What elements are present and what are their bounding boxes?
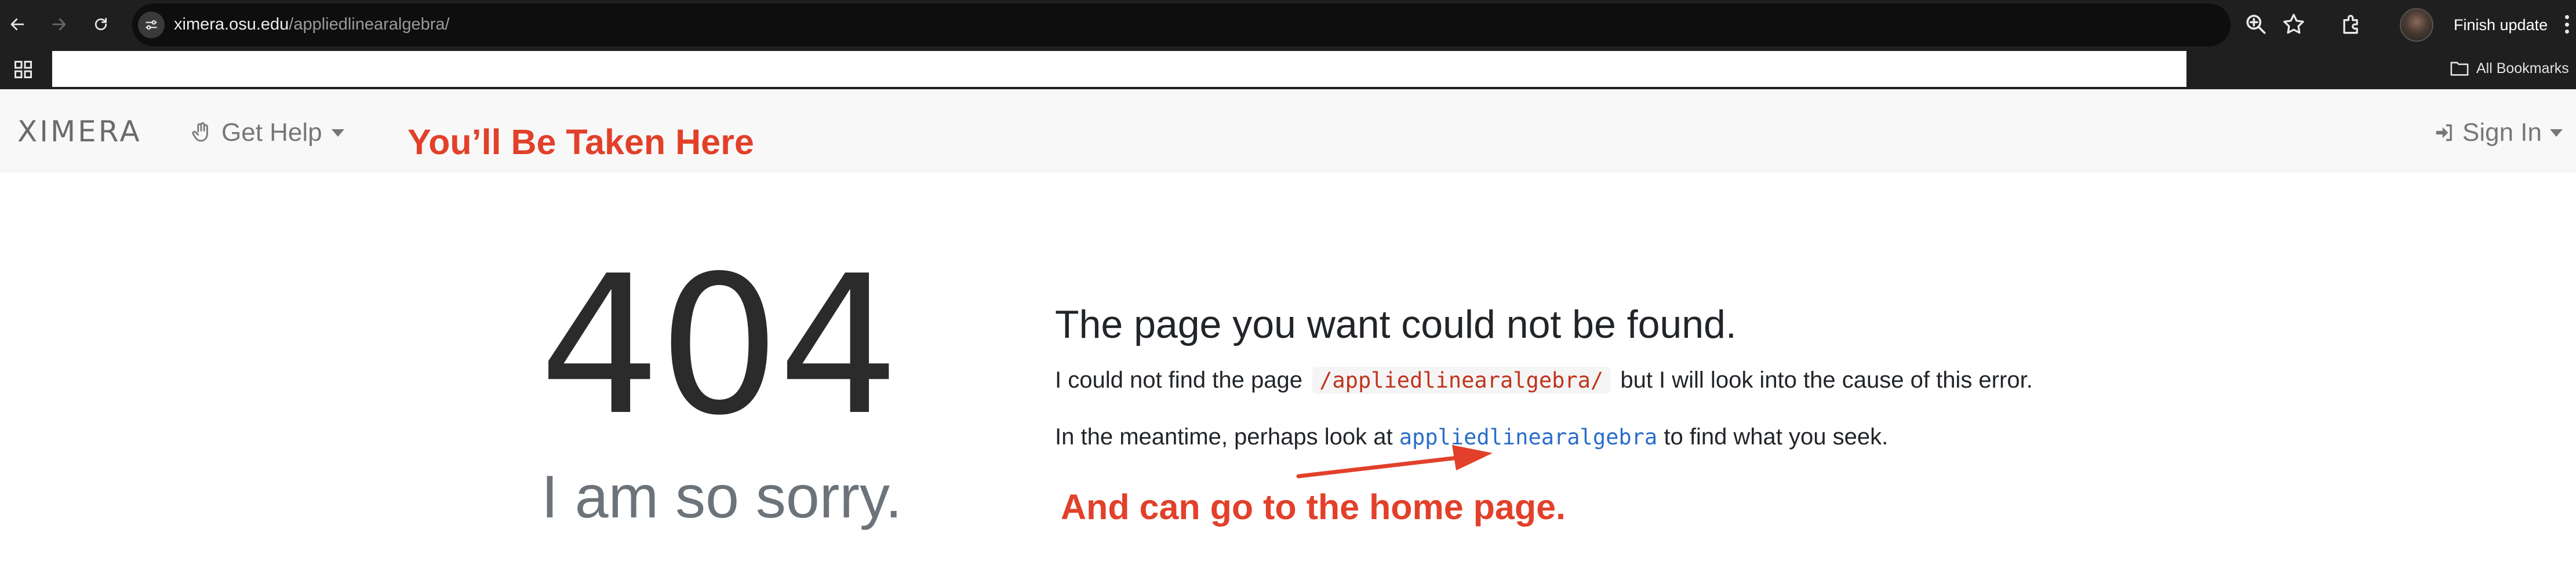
hand-icon bbox=[192, 122, 208, 142]
site-navbar: XIMERA Get Help Sign In bbox=[0, 89, 2576, 172]
page-title: The page you want could not be found. bbox=[1055, 302, 1737, 346]
para2-before: In the meantime, perhaps look at bbox=[1055, 424, 1393, 450]
site-info-icon[interactable] bbox=[138, 12, 165, 38]
sign-in-label: Sign In bbox=[2462, 118, 2542, 147]
apology-text: I am so sorry. bbox=[541, 464, 903, 531]
sign-in-menu[interactable]: Sign In bbox=[2433, 118, 2563, 147]
kebab-menu-icon[interactable] bbox=[2560, 12, 2574, 37]
url-text[interactable]: ximera.osu.edu/appliedlinearalgebra/ bbox=[174, 14, 450, 35]
profile-avatar[interactable] bbox=[2400, 8, 2433, 42]
chevron-down-icon bbox=[331, 129, 344, 137]
get-help-menu[interactable]: Get Help bbox=[189, 118, 344, 147]
chevron-down-icon bbox=[2549, 129, 2563, 137]
url-path: /appliedlinearalgebra/ bbox=[289, 15, 450, 34]
annotation-taken-here: You’ll Be Taken Here bbox=[407, 122, 754, 162]
url-host: ximera.osu.edu bbox=[174, 15, 289, 34]
annotation-home-page: And can go to the home page. bbox=[1061, 487, 1566, 527]
zoom-icon[interactable] bbox=[2243, 12, 2269, 37]
bookmarks-redaction bbox=[52, 51, 2186, 87]
para1-before: I could not find the page bbox=[1055, 367, 1302, 393]
finish-update-button[interactable]: Finish update bbox=[2443, 9, 2559, 41]
forward-icon[interactable] bbox=[46, 12, 72, 37]
extensions-icon[interactable] bbox=[2339, 12, 2364, 37]
all-bookmarks-label: All Bookmarks bbox=[2476, 60, 2569, 76]
suggestion-paragraph: In the meantime, perhaps look at applied… bbox=[1055, 422, 1888, 452]
ximera-logo[interactable]: XIMERA bbox=[17, 115, 142, 148]
reload-icon[interactable] bbox=[88, 12, 114, 37]
not-found-paragraph: I could not find the page /appliedlinear… bbox=[1055, 365, 2033, 396]
missing-path-code: /appliedlinearalgebra/ bbox=[1312, 367, 1611, 394]
home-page-link[interactable]: appliedlinearalgebra bbox=[1399, 425, 1658, 450]
bookmark-star-icon[interactable] bbox=[2281, 12, 2306, 37]
all-bookmarks-button[interactable]: All Bookmarks bbox=[2450, 57, 2569, 80]
folder-icon bbox=[2450, 61, 2469, 76]
browser-toolbar: ximera.osu.edu/appliedlinearalgebra/ Fin… bbox=[0, 0, 2576, 50]
back-icon[interactable] bbox=[5, 12, 30, 37]
sign-in-icon bbox=[2436, 124, 2452, 141]
para1-after: but I will look into the cause of this e… bbox=[1620, 367, 2033, 393]
para2-after: to find what you seek. bbox=[1664, 424, 1889, 450]
get-help-label: Get Help bbox=[221, 118, 322, 147]
error-code: 404 bbox=[539, 235, 900, 457]
apps-grid-icon[interactable] bbox=[13, 59, 34, 80]
